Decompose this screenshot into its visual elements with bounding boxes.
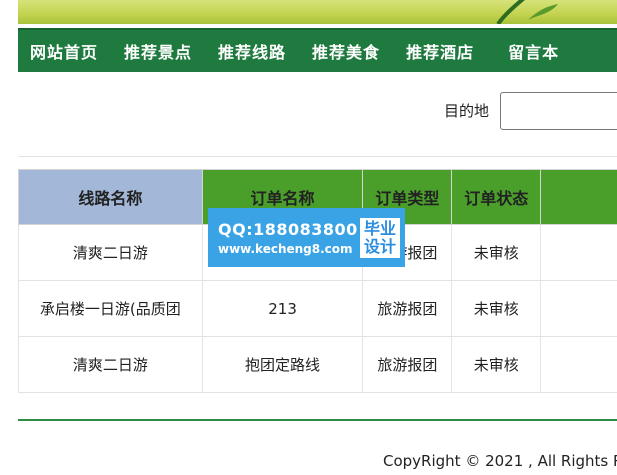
cell-route-name: 清爽二日游 (18, 224, 203, 281)
nav-routes[interactable]: 推荐线路 (218, 30, 286, 72)
main-nav: 网站首页 推荐景点 推荐线路 推荐美食 推荐酒店 留言本 (18, 28, 617, 72)
header-extra (540, 169, 617, 225)
divider (18, 156, 617, 157)
watermark-url: www.kecheng8.com (218, 241, 353, 256)
cell-route-name: 清爽二日游 (18, 336, 203, 393)
cell-order-status: 未审核 (451, 224, 542, 281)
cell-order-type: 旅游报团 (362, 336, 453, 393)
watermark-badge-line2: 设计 (363, 236, 396, 256)
header-order-status: 订单状态 (451, 169, 542, 225)
cell-extra (540, 280, 617, 337)
copyright-text: CopyRight © 2021 , All Rights R (383, 452, 617, 470)
watermark-badge-line1: 毕业 (363, 218, 396, 238)
watermark-text: QQ:188083800 www.kecheng8.com (208, 208, 359, 267)
cell-route-name: 承启楼一日游(品质团 (18, 280, 203, 337)
cell-extra (540, 336, 617, 393)
nav-hotels[interactable]: 推荐酒店 (406, 30, 474, 72)
cell-order-name: 抱团定路线 (201, 336, 364, 393)
table-row: 清爽二日游 抱团定路线 旅游报团 未审核 (18, 336, 617, 393)
watermark-qq: QQ:188083800 (218, 219, 358, 239)
orders-table: 线路名称 订单名称 订单类型 订单状态 清爽二日游 旅游报团 未审核 承启楼一日… (18, 169, 617, 393)
watermark-badge: 毕业 设计 (360, 217, 400, 258)
cell-order-name: 213 (201, 280, 364, 337)
nav-guestbook[interactable]: 留言本 (508, 30, 559, 72)
footer-divider (18, 419, 617, 421)
watermark-overlay: QQ:188083800 www.kecheng8.com 毕业 设计 (208, 208, 405, 267)
cell-extra (540, 224, 617, 281)
top-banner (18, 0, 617, 24)
table-row: 承启楼一日游(品质团 213 旅游报团 未审核 (18, 280, 617, 337)
cell-order-type: 旅游报团 (362, 280, 453, 337)
cell-order-status: 未审核 (451, 280, 542, 337)
nav-attractions[interactable]: 推荐景点 (124, 30, 192, 72)
leaf-decoration-icon (496, 0, 558, 24)
destination-label: 目的地 (444, 102, 490, 120)
nav-food[interactable]: 推荐美食 (312, 30, 380, 72)
nav-home[interactable]: 网站首页 (30, 30, 98, 72)
destination-input[interactable] (500, 92, 617, 130)
watermark-badge-wrap: 毕业 设计 (359, 208, 405, 267)
cell-order-status: 未审核 (451, 336, 542, 393)
header-route-name: 线路名称 (18, 169, 203, 225)
